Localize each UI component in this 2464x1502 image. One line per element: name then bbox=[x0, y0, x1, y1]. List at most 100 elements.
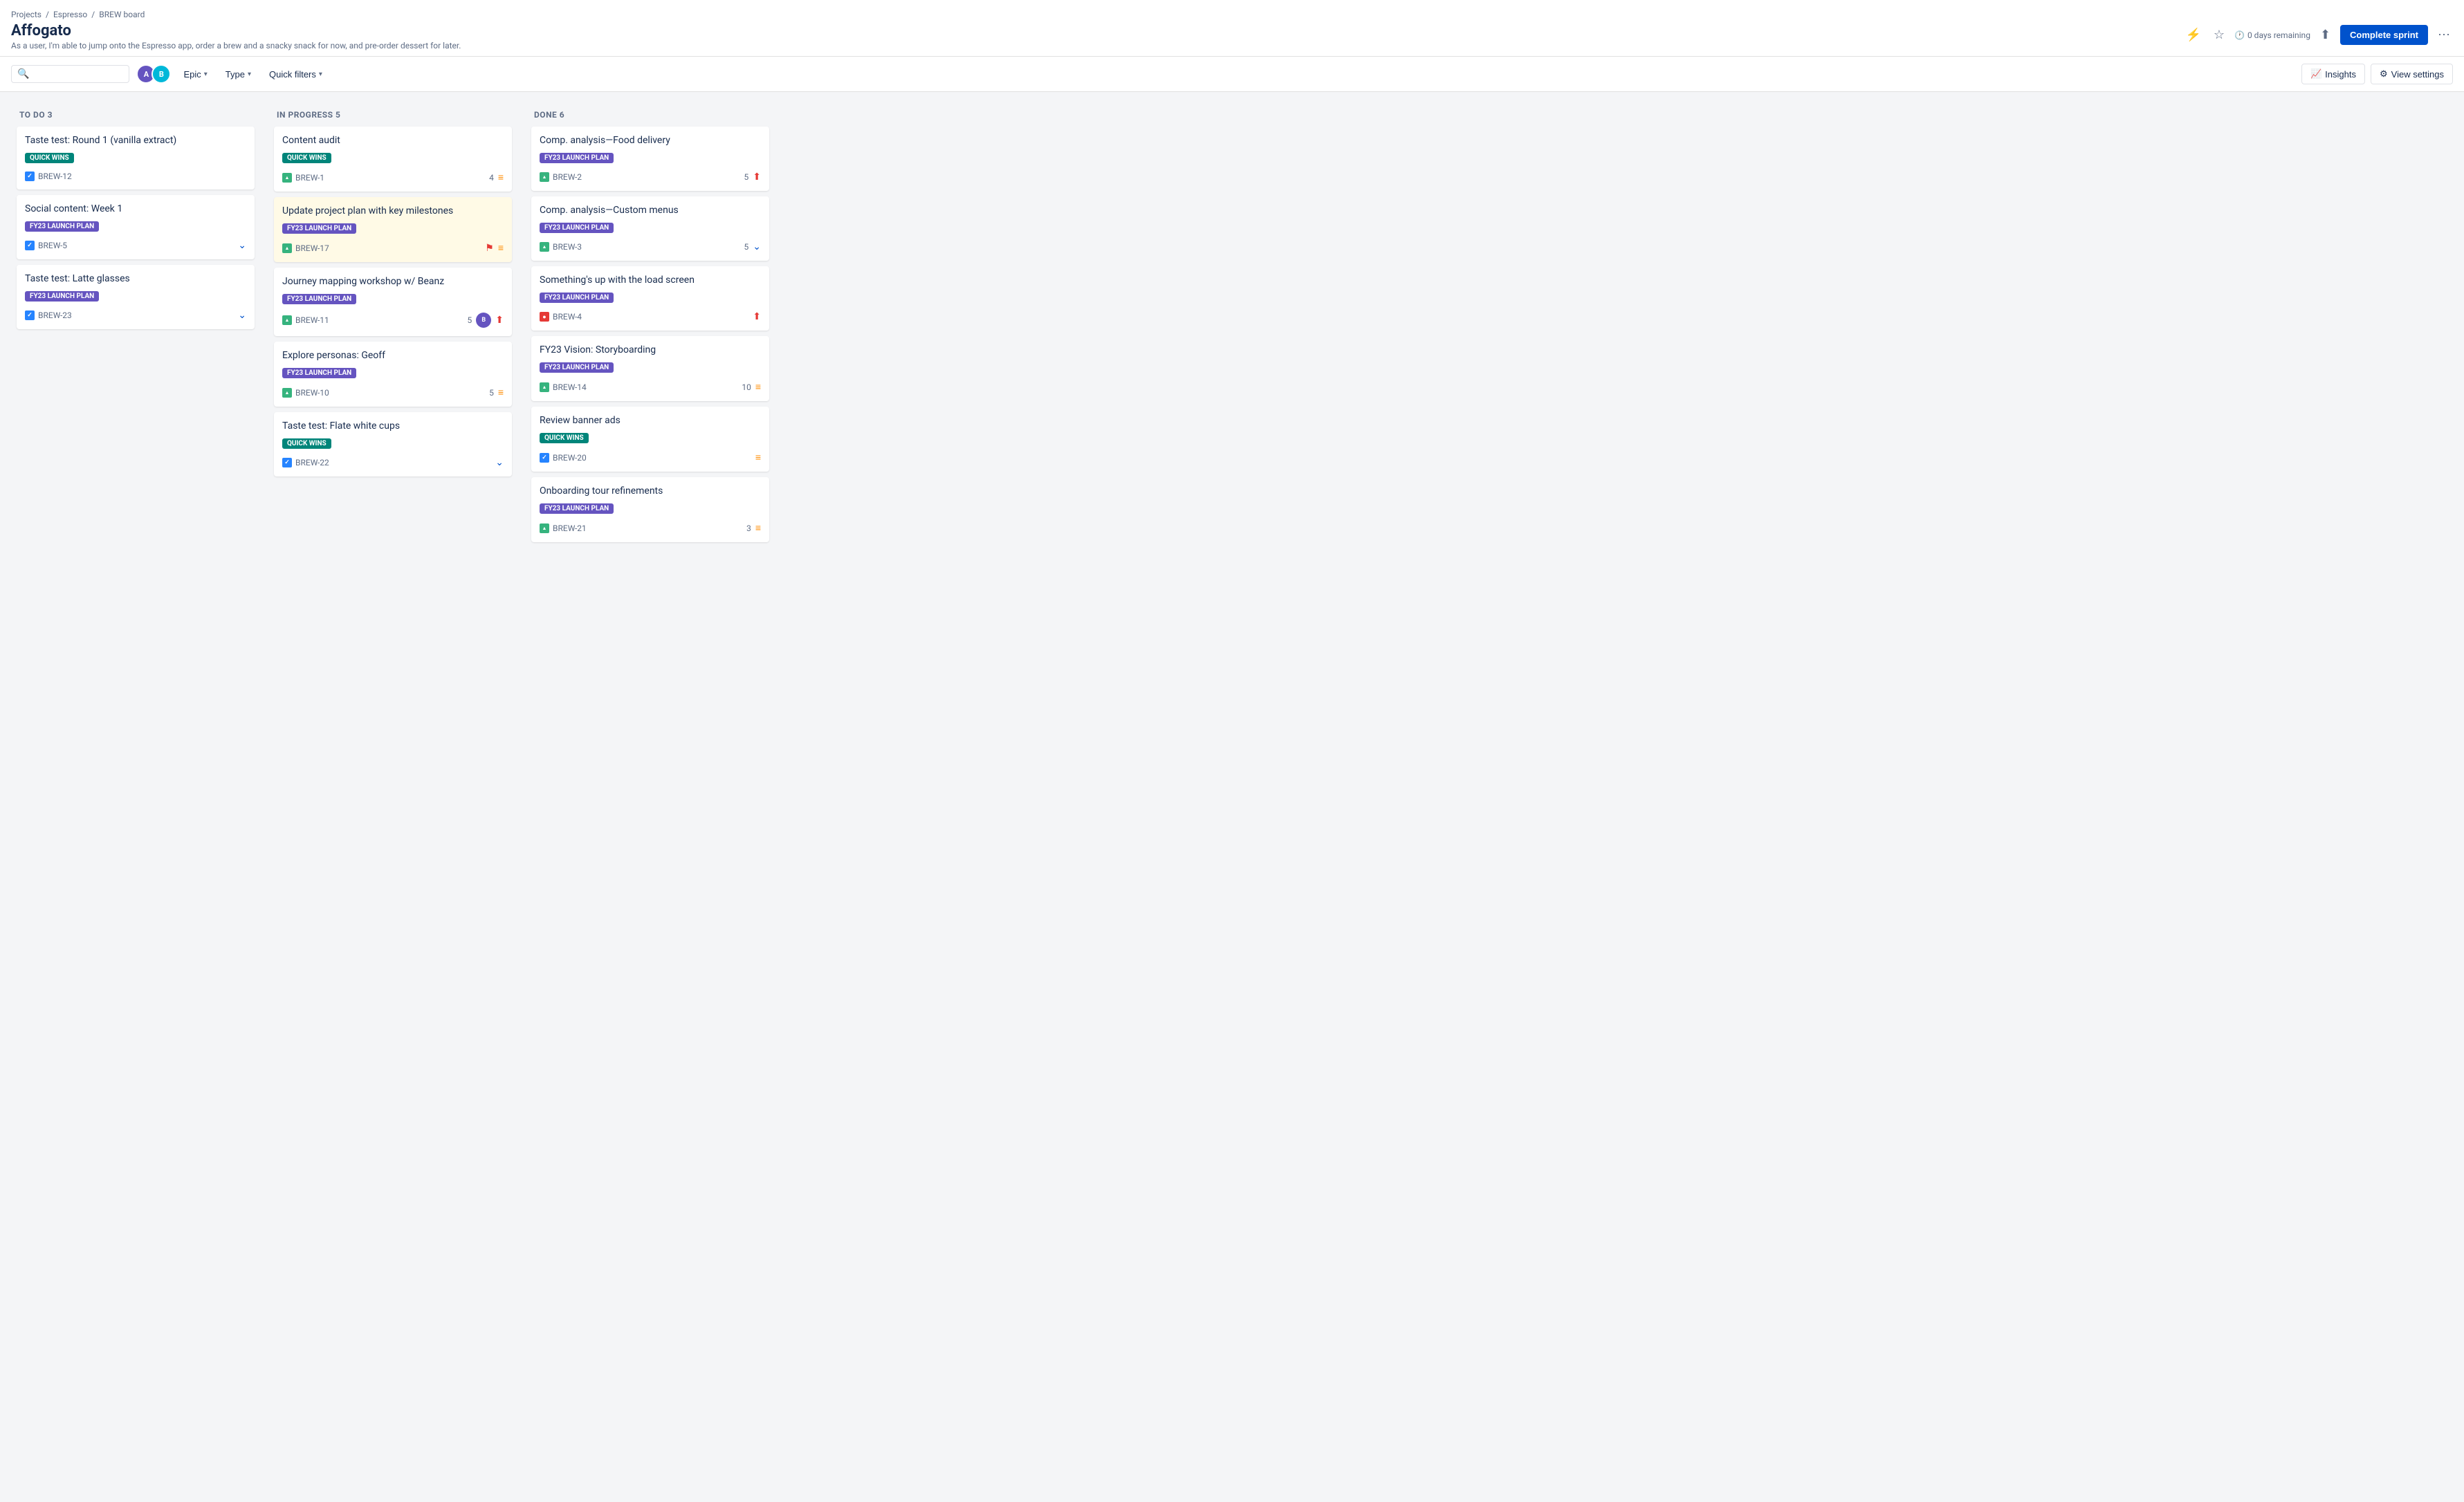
card-title: Taste test: Flate white cups bbox=[282, 420, 504, 432]
card-title: Comp. analysis—Food delivery bbox=[540, 135, 761, 146]
card-issue-id: BREW-2 bbox=[553, 172, 582, 182]
card-issue-id: BREW-20 bbox=[553, 453, 587, 463]
column-header-done: DONE 6 bbox=[526, 103, 775, 127]
card-footer: BREW-5 ⌄ bbox=[25, 240, 246, 251]
card-issue-id: BREW-10 bbox=[295, 388, 329, 398]
card-label: FY23 LAUNCH PLAN bbox=[540, 362, 614, 373]
complete-sprint-button[interactable]: Complete sprint bbox=[2340, 25, 2428, 45]
card-footer: BREW-4⬆ bbox=[540, 311, 761, 322]
priority-high-icon: ⬆ bbox=[495, 315, 504, 326]
card-done-2[interactable]: Comp. analysis—Custom menus FY23 LAUNCH P… bbox=[531, 196, 769, 261]
card-issue-id: BREW-1 bbox=[295, 173, 324, 183]
expand-icon[interactable]: ⌄ bbox=[495, 457, 504, 468]
expand-icon[interactable]: ⌄ bbox=[238, 240, 246, 251]
card-issue-id: BREW-22 bbox=[295, 458, 329, 467]
epic-label: Epic bbox=[183, 69, 201, 80]
card-done-4[interactable]: FY23 Vision: Storyboarding FY23 LAUNCH PL… bbox=[531, 336, 769, 401]
card-footer: BREW-23⌄ bbox=[25, 310, 246, 321]
card-done-1[interactable]: Comp. analysis—Food delivery FY23 LAUNCH … bbox=[531, 127, 769, 191]
card-ip-4[interactable]: Explore personas: GeoffFY23 LAUNCH PLANB… bbox=[274, 342, 512, 407]
card-footer: BREW-22 ⌄ bbox=[282, 457, 504, 468]
priority-high-icon: ⬆ bbox=[753, 311, 761, 322]
card-footer: BREW-14≡ bbox=[282, 171, 504, 183]
card-todo-3[interactable]: Taste test: Latte glassesFY23 LAUNCH PLA… bbox=[17, 265, 255, 329]
card-issue-id: BREW-3 bbox=[553, 242, 582, 252]
card-title: FY23 Vision: Storyboarding bbox=[540, 344, 761, 355]
share-icon[interactable]: ⬆ bbox=[2317, 25, 2333, 45]
column-inprogress: IN PROGRESS 5Content auditQUICK WINSBREW… bbox=[268, 103, 517, 1465]
breadcrumb-espresso[interactable]: Espresso bbox=[53, 10, 87, 19]
more-options-button[interactable]: ⋯ bbox=[2435, 25, 2453, 45]
card-footer: BREW-1410≡ bbox=[540, 381, 761, 393]
card-done-6[interactable]: Onboarding tour refinementsFY23 LAUNCH P… bbox=[531, 477, 769, 542]
card-ip-5[interactable]: Taste test: Flate white cups QUICK WINS BR… bbox=[274, 412, 512, 476]
avatar-user-2[interactable]: B bbox=[151, 64, 171, 84]
avatar-group[interactable]: A B bbox=[136, 64, 171, 84]
story-type-icon bbox=[282, 173, 292, 183]
story-points: 5 bbox=[468, 315, 472, 325]
priority-medium-icon: ≡ bbox=[498, 387, 504, 398]
lightning-icon[interactable]: ⚡ bbox=[2182, 25, 2203, 45]
story-points: 5 bbox=[744, 172, 749, 182]
card-todo-2[interactable]: Social content: Week 1FY23 LAUNCH PLANBR… bbox=[17, 195, 255, 259]
column-cards-todo: Taste test: Round 1 (vanilla extract)QUI… bbox=[11, 127, 260, 1465]
card-issue-id: BREW-5 bbox=[38, 241, 67, 250]
task-type-icon bbox=[25, 310, 35, 320]
days-remaining: 🕐 0 days remaining bbox=[2234, 30, 2310, 40]
card-label: QUICK WINS bbox=[282, 438, 331, 449]
insights-button[interactable]: 📈 Insights bbox=[2301, 64, 2365, 84]
story-points: 5 bbox=[489, 388, 494, 398]
card-ip-1[interactable]: Content auditQUICK WINSBREW-14≡ bbox=[274, 127, 512, 192]
expand-icon[interactable]: ⌄ bbox=[238, 310, 246, 321]
insights-chart-icon: 📈 bbox=[2310, 68, 2322, 80]
card-title: Journey mapping workshop w/ Beanz bbox=[282, 276, 504, 287]
card-label: FY23 LAUNCH PLAN bbox=[540, 293, 614, 303]
priority-medium-icon: ≡ bbox=[755, 452, 761, 463]
priority-high-icon: ⬆ bbox=[753, 171, 761, 183]
quick-filters-button[interactable]: Quick filters ▾ bbox=[264, 66, 328, 83]
card-title: Taste test: Round 1 (vanilla extract) bbox=[25, 135, 246, 146]
task-type-icon bbox=[25, 171, 35, 181]
card-done-3[interactable]: Something's up with the load screen FY23 … bbox=[531, 266, 769, 331]
story-type-icon bbox=[282, 243, 292, 253]
breadcrumb-projects[interactable]: Projects bbox=[11, 10, 42, 19]
priority-medium-icon: ≡ bbox=[755, 522, 761, 534]
bug-type-icon bbox=[540, 312, 549, 322]
card-label: FY23 LAUNCH PLAN bbox=[282, 368, 356, 378]
priority-medium-icon: ≡ bbox=[498, 242, 504, 254]
search-box[interactable]: 🔍 bbox=[11, 65, 129, 83]
card-title: Taste test: Latte glasses bbox=[25, 273, 246, 284]
story-points: 3 bbox=[746, 523, 751, 533]
card-title: Something's up with the load screen bbox=[540, 275, 761, 286]
card-done-5[interactable]: Review banner ads QUICK WINS BREW-20 ≡ bbox=[531, 407, 769, 472]
card-ip-2[interactable]: Update project plan with key milestonesF… bbox=[274, 197, 512, 262]
view-settings-button[interactable]: ⚙ View settings bbox=[2371, 64, 2453, 84]
story-type-icon bbox=[540, 382, 549, 392]
expand-icon[interactable]: ⌄ bbox=[753, 241, 761, 252]
epic-filter-button[interactable]: Epic ▾ bbox=[178, 66, 212, 83]
card-title: Social content: Week 1 bbox=[25, 203, 246, 214]
card-issue-id: BREW-11 bbox=[295, 315, 329, 325]
card-label: QUICK WINS bbox=[540, 433, 589, 443]
card-footer: BREW-2 5 ⬆ bbox=[540, 171, 761, 183]
card-title: Comp. analysis—Custom menus bbox=[540, 205, 761, 216]
card-label: FY23 LAUNCH PLAN bbox=[282, 294, 356, 304]
column-todo: TO DO 3Taste test: Round 1 (vanilla extr… bbox=[11, 103, 260, 1465]
breadcrumb-brew-board[interactable]: BREW board bbox=[99, 10, 145, 19]
card-label: FY23 LAUNCH PLAN bbox=[540, 223, 614, 233]
card-todo-1[interactable]: Taste test: Round 1 (vanilla extract)QUI… bbox=[17, 127, 255, 189]
card-title: Update project plan with key milestones bbox=[282, 205, 504, 216]
card-issue-id: BREW-14 bbox=[553, 382, 587, 392]
type-filter-button[interactable]: Type ▾ bbox=[220, 66, 257, 83]
story-type-icon bbox=[540, 242, 549, 252]
card-footer: BREW-17⚑≡ bbox=[282, 242, 504, 254]
card-label: FY23 LAUNCH PLAN bbox=[540, 153, 614, 163]
toolbar: 🔍 A B Epic ▾ Type ▾ Quick filters ▾ 📈 In… bbox=[0, 57, 2464, 92]
card-ip-3[interactable]: Journey mapping workshop w/ Beanz FY23 LA… bbox=[274, 268, 512, 336]
star-icon[interactable]: ☆ bbox=[2211, 25, 2227, 45]
search-input[interactable] bbox=[33, 69, 123, 80]
card-footer: BREW-115B⬆ bbox=[282, 313, 504, 328]
card-footer: BREW-12 bbox=[25, 171, 246, 181]
card-title: Review banner ads bbox=[540, 415, 761, 426]
story-points: 10 bbox=[742, 382, 751, 392]
